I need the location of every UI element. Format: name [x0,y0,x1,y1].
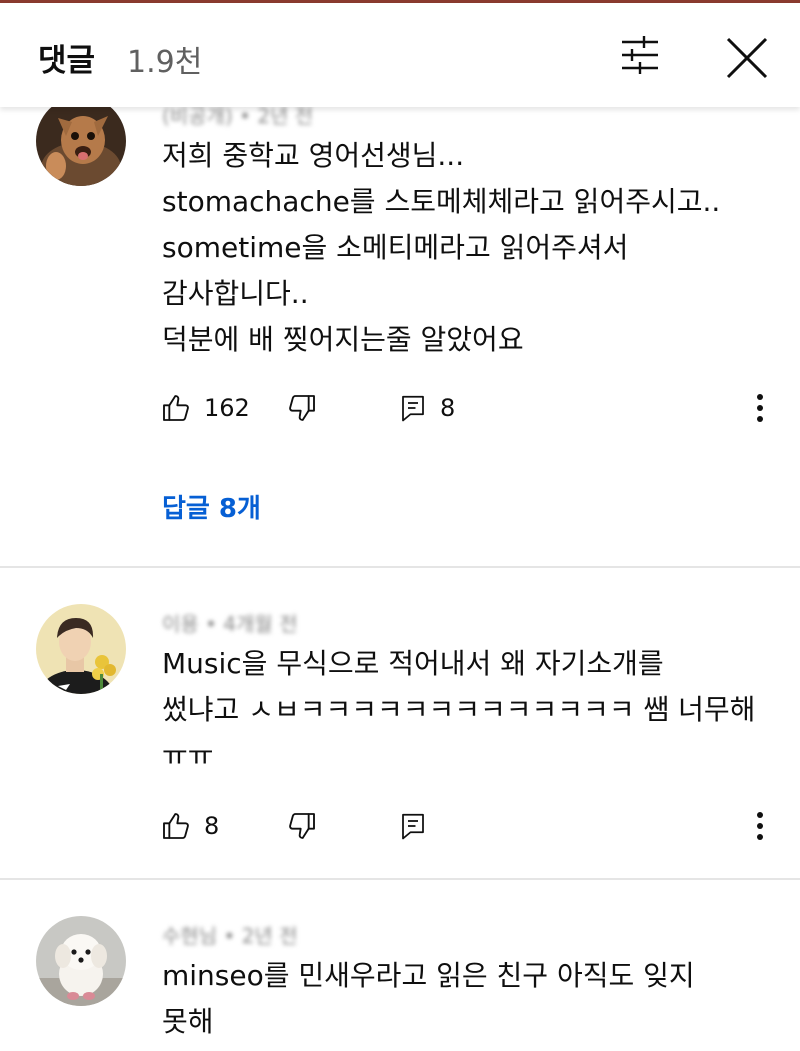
comment-line: 덕분에 배 찢어지는줄 알았어요 [162,323,524,356]
thumbs-up-icon [163,395,189,421]
comment-line: stomachache를 스토메체체라고 읽어주시고.. [162,185,721,218]
dislike-button[interactable] [286,806,318,846]
comment-line: minseo를 민새우라고 읽은 친구 아직도 잊지 [162,959,695,992]
comment-line: 저희 중학교 영어선생님... [162,139,465,172]
comment-actions: 162 8 [160,388,780,428]
thumbs-down-icon [289,813,315,839]
close-icon [726,37,768,79]
dislike-button[interactable] [286,388,318,428]
divider [0,566,800,568]
avatar[interactable] [36,96,126,186]
more-options-button[interactable] [748,808,772,844]
comment-count: 1.9천 [127,45,203,80]
like-count: 8 [204,812,220,840]
reply-count: 8 [440,394,456,422]
comment-icon [402,395,424,422]
thumbs-up-icon [163,813,189,839]
comment-list[interactable]: (비공개) • 2년 전 저희 중학교 영어선생님... stomachache… [0,0,800,1051]
sort-filter-button[interactable] [612,33,666,77]
avatar[interactable] [36,916,126,1006]
comment-line: 못해 [162,1005,214,1038]
thumbs-down-icon [289,395,315,421]
comment-text: Music을 무식으로 적어내서 왜 자기소개를 썼냐고 ㅅㅂㅋㅋㅋㅋㅋㅋㅋㅋㅋ… [162,641,762,779]
avatar[interactable] [36,604,126,694]
like-button[interactable]: 162 [160,388,250,428]
comment-text: minseo를 민새우라고 읽은 친구 아직도 잊지 못해 [162,953,762,1045]
divider [0,878,800,880]
comment-meta: 이용 • 4개월 전 [162,612,298,636]
panel-title: 댓글 [38,43,96,79]
sliders-icon [622,36,658,74]
reply-button[interactable]: 8 [398,388,455,428]
view-replies-link[interactable]: 답글 8개 [162,488,261,525]
more-options-button[interactable] [748,390,772,426]
comment-line: ㅠㅠ [162,739,214,772]
comment-line: 감사합니다.. [162,277,309,310]
comment-line: Music을 무식으로 적어내서 왜 자기소개를 [162,647,664,680]
comment-actions: 8 [160,806,780,846]
more-vertical-icon [757,812,763,840]
comments-header: 댓글 1.9천 [0,3,800,107]
comment-text: 저희 중학교 영어선생님... stomachache를 스토메체체라고 읽어주… [162,133,762,363]
comment-meta: 수현님 • 2년 전 [162,924,298,948]
like-count: 162 [204,394,250,422]
like-button[interactable]: 8 [160,806,219,846]
comment-icon [402,813,424,840]
more-vertical-icon [757,394,763,422]
comment-line: 썼냐고 ㅅㅂㅋㅋㅋㅋㅋㅋㅋㅋㅋㅋㅋㅋㅋ 쌤 너무해 [162,693,756,726]
comment-line: sometime을 소메티메라고 읽어주셔서 [162,231,629,264]
close-button[interactable] [720,31,774,85]
reply-button[interactable] [398,806,428,846]
